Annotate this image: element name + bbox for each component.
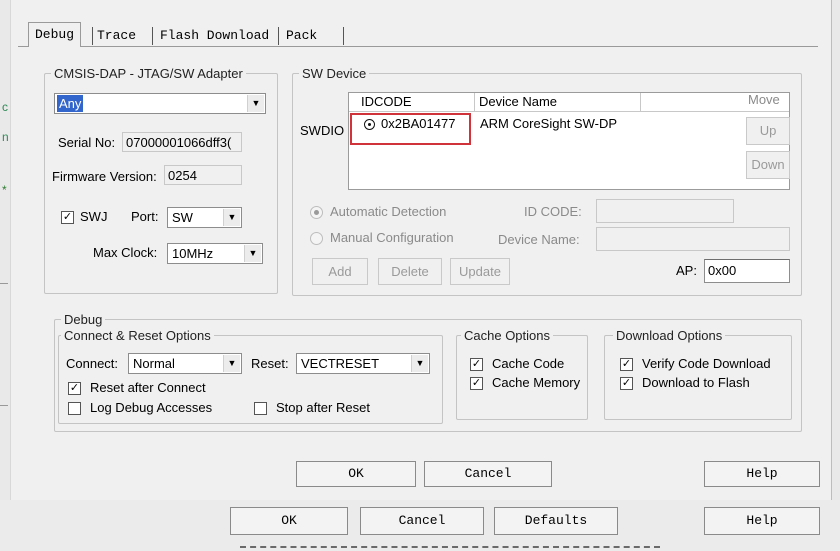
auto-detection-radio[interactable] [310, 206, 323, 219]
verify-code-label: Verify Code Download [642, 356, 771, 371]
port-label: Port: [131, 209, 159, 224]
cache-code-label: Cache Code [492, 356, 565, 371]
device-name-label: Device Name: [498, 232, 580, 247]
tab-pack[interactable]: Pack [280, 26, 324, 46]
max-clock-label: Max Clock: [93, 245, 158, 260]
download-flash-checkbox[interactable]: ✓ [620, 377, 633, 390]
connect-select[interactable]: Normal ▼ [128, 353, 242, 374]
tab-separator [92, 27, 93, 45]
log-debug-checkbox[interactable] [68, 402, 81, 415]
download-options-group-title: Download Options [616, 328, 723, 343]
max-clock-select-value: 10MHz [172, 246, 214, 261]
cache-memory-checkbox[interactable]: ✓ [470, 377, 483, 390]
chevron-down-icon[interactable]: ▼ [411, 355, 428, 372]
table-header: IDCODE Device Name [349, 93, 789, 112]
outer-ok-button[interactable]: OK [230, 507, 348, 535]
firmware-label: Firmware Version: [52, 169, 157, 184]
adapter-select-value: Any [57, 95, 84, 112]
delete-button[interactable]: Delete [378, 258, 442, 285]
id-code-label: ID CODE: [524, 204, 582, 219]
tab-separator [152, 27, 153, 45]
download-flash-label: Download to Flash [642, 375, 750, 390]
column-header-device-name: Device Name [475, 93, 641, 111]
cache-memory-label: Cache Memory [492, 375, 581, 390]
serial-label: Serial No: [58, 135, 116, 150]
manual-config-label: Manual Configuration [330, 230, 454, 245]
column-header-idcode: IDCODE [349, 93, 475, 111]
swdio-label: SWDIO [300, 123, 345, 138]
id-code-field [596, 199, 734, 223]
tab-flash-download[interactable]: Flash Download [154, 26, 276, 46]
background-window-edge: c n * [0, 0, 10, 551]
stop-after-reset-checkbox[interactable] [254, 402, 267, 415]
manual-config-radio[interactable] [310, 232, 323, 245]
chevron-down-icon[interactable]: ▼ [247, 95, 264, 112]
connect-reset-group-title: Connect & Reset Options [64, 328, 211, 343]
port-select[interactable]: SW ▼ [167, 207, 242, 228]
tab-trace[interactable]: Trace [91, 26, 143, 46]
adapter-select[interactable]: Any ▼ [54, 93, 266, 114]
device-name-field [596, 227, 790, 251]
dashed-divider [240, 546, 660, 548]
swj-checkbox[interactable]: ✓ [61, 211, 74, 224]
tab-debug[interactable]: Debug [28, 22, 82, 47]
download-options-group: Download Options [604, 328, 792, 420]
adapter-group-title: CMSIS-DAP - JTAG/SW Adapter [54, 66, 243, 81]
tab-separator [343, 27, 344, 45]
reset-after-connect-checkbox[interactable]: ✓ [68, 382, 81, 395]
log-debug-label: Log Debug Accesses [90, 400, 213, 415]
cancel-button[interactable]: Cancel [424, 461, 552, 487]
reset-select-value: VECTRESET [301, 356, 380, 371]
tab-separator [278, 27, 279, 45]
auto-detection-label: Automatic Detection [330, 204, 447, 219]
cache-code-checkbox[interactable]: ✓ [470, 358, 483, 371]
chevron-down-icon[interactable]: ▼ [244, 245, 261, 262]
down-button[interactable]: Down [746, 151, 790, 179]
stop-after-reset-label: Stop after Reset [276, 400, 370, 415]
add-button[interactable]: Add [312, 258, 368, 285]
reset-label: Reset: [251, 356, 289, 371]
ap-field[interactable]: 0x00 [704, 259, 790, 283]
defaults-button[interactable]: Defaults [494, 507, 618, 535]
verify-code-checkbox[interactable]: ✓ [620, 358, 633, 371]
outer-help-button[interactable]: Help [704, 507, 820, 535]
help-button[interactable]: Help [704, 461, 820, 487]
outer-cancel-button[interactable]: Cancel [360, 507, 484, 535]
up-button[interactable]: Up [746, 117, 790, 145]
row-device-name: ARM CoreSight SW-DP [480, 116, 618, 131]
swj-label: SWJ [80, 209, 108, 224]
port-select-value: SW [172, 210, 193, 225]
debug-group-title: Debug [64, 312, 103, 327]
ok-button[interactable]: OK [296, 461, 416, 487]
reset-select[interactable]: VECTRESET ▼ [296, 353, 430, 374]
highlight-annotation [350, 113, 471, 145]
reset-after-connect-label: Reset after Connect [90, 380, 206, 395]
chevron-down-icon[interactable]: ▼ [223, 209, 240, 226]
cache-options-group: Cache Options [456, 328, 588, 420]
ap-label: AP: [676, 263, 697, 278]
sw-device-group-title: SW Device [302, 66, 367, 81]
chevron-down-icon[interactable]: ▼ [223, 355, 240, 372]
update-button[interactable]: Update [450, 258, 510, 285]
connect-select-value: Normal [133, 356, 175, 371]
max-clock-select[interactable]: 10MHz ▼ [167, 243, 263, 264]
move-label: Move [748, 92, 780, 107]
firmware-field: 0254 [164, 165, 242, 185]
cache-options-group-title: Cache Options [464, 328, 550, 343]
connect-label: Connect: [66, 356, 119, 371]
serial-field: 07000001066dff3( [122, 132, 242, 152]
